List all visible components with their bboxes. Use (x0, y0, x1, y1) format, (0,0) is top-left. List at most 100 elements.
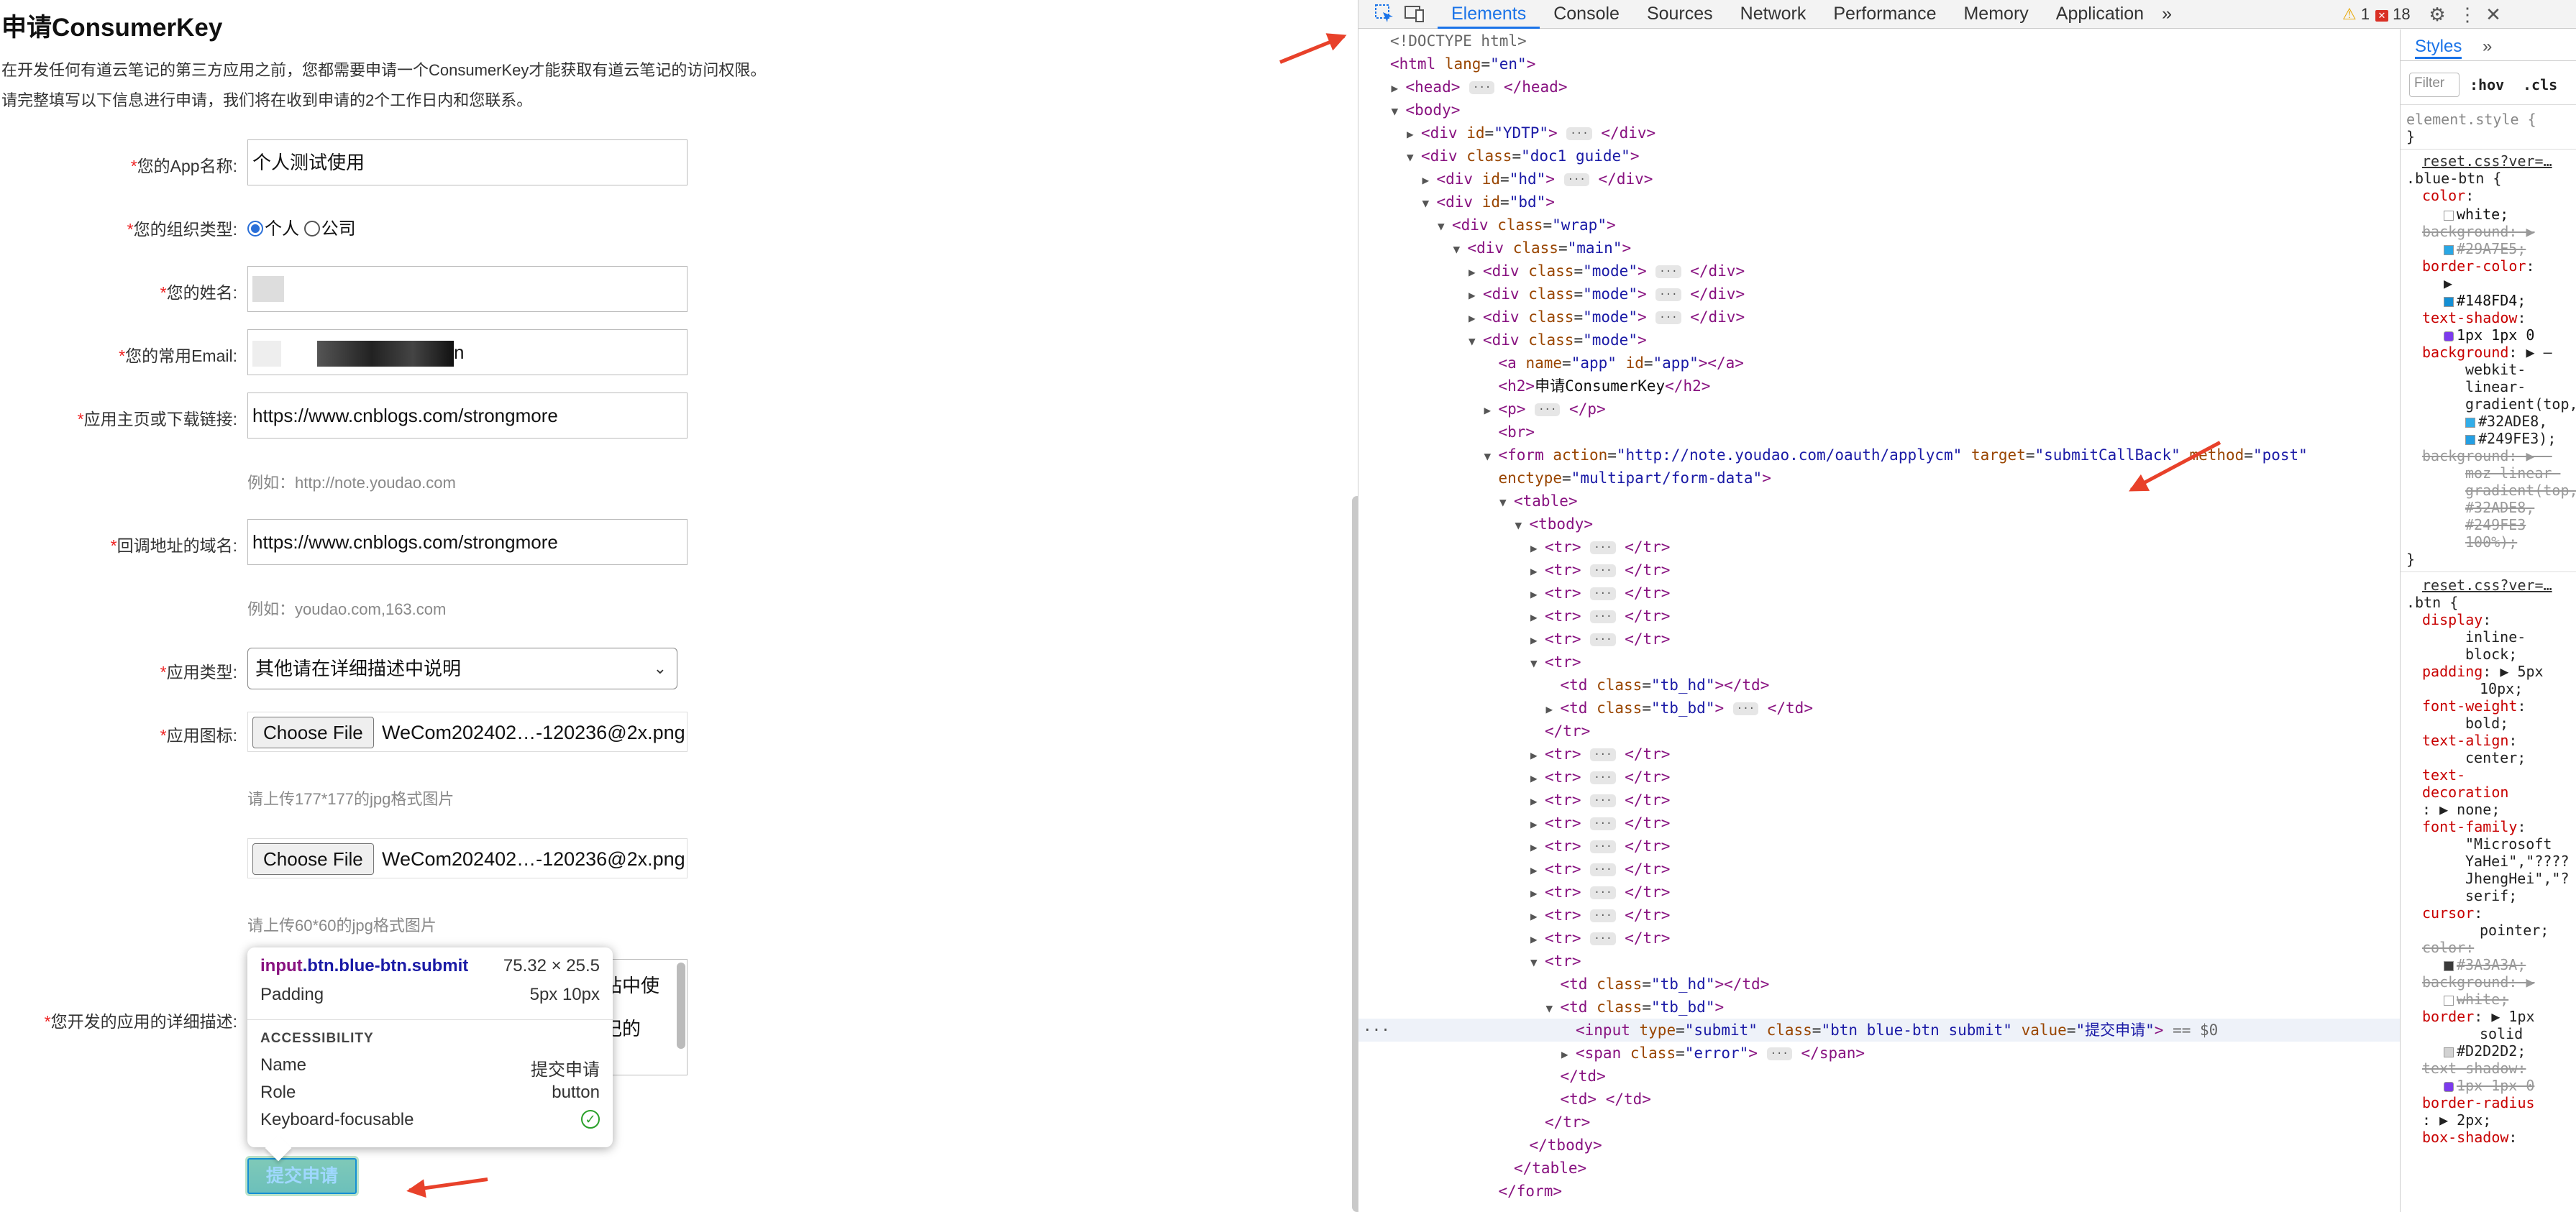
hov-toggle[interactable]: :hov (2470, 75, 2504, 94)
dom-node[interactable]: ▶ <head> ··· </head> (1392, 75, 1568, 98)
dom-node[interactable]: ▶ <tr> ··· </tr> (1530, 789, 1670, 812)
errors-badge[interactable]: ✕ 18 (2375, 0, 2411, 29)
tab-application[interactable]: Application (2042, 0, 2157, 29)
dom-node[interactable]: ▶ <tr> ··· </tr> (1530, 835, 1670, 858)
tab-styles[interactable]: Styles (2415, 37, 2462, 59)
dom-node[interactable]: ▼ <tr> (1530, 651, 1581, 674)
gear-icon[interactable]: ⚙ (2426, 3, 2449, 26)
email-input[interactable]: n (247, 329, 688, 375)
source-link-1[interactable]: reset.css?ver=… (2422, 152, 2552, 170)
dom-node[interactable]: ▼ <tr> (1530, 950, 1581, 973)
dom-node[interactable]: ▶ <tr> ··· </tr> (1530, 743, 1670, 766)
styles-more-icon[interactable]: » (2483, 37, 2492, 57)
tab-performance[interactable]: Performance (1819, 0, 1950, 29)
dom-node[interactable]: ▶ <tr> ··· </tr> (1530, 559, 1670, 582)
dom-node[interactable]: ▶ <div class="mode"> ··· </div> (1469, 283, 1745, 306)
dom-node[interactable]: enctype="multipart/form-data"> (1484, 467, 1771, 490)
dom-node[interactable]: ▼ <div id="bd"> (1422, 190, 1555, 214)
dom-node[interactable]: ▼ <table> (1499, 490, 1578, 513)
dom-node[interactable]: ▶ <td class="tb_bd"> ··· </td> (1546, 697, 1813, 720)
dom-node[interactable]: ▶ <p> ··· </p> (1484, 398, 1606, 421)
dom-node[interactable]: ▶ <div class="mode"> ··· </div> (1469, 306, 1745, 329)
tooltip-padding-label: Padding (260, 985, 324, 1004)
tab-network[interactable]: Network (1727, 0, 1820, 29)
more-tabs-icon[interactable]: » (2157, 0, 2176, 29)
dom-node[interactable]: ▶ <tr> ··· </tr> (1530, 927, 1670, 950)
dom-node[interactable]: <a name="app" id="app"></a> (1484, 352, 1744, 375)
icon-file-input-2[interactable]: Choose File WeCom202402…-120236@2x.png (247, 838, 688, 878)
dom-node[interactable]: ▶ <tr> ··· </tr> (1530, 812, 1670, 835)
tab-memory[interactable]: Memory (1950, 0, 2042, 29)
callback-hint: 例如：youdao.com,163.com (247, 600, 447, 618)
dom-node[interactable]: ▶ <div id="hd"> ··· </div> (1422, 167, 1653, 190)
dom-node[interactable]: </tr> (1530, 1111, 1590, 1134)
error-icon: ✕ (2375, 10, 2388, 22)
dom-node[interactable]: ▶ <tr> ··· </tr> (1530, 766, 1670, 789)
dom-node[interactable]: ▶ <div id="YDTP"> ··· </div> (1407, 121, 1655, 144)
annotation-arrow-inspector (1279, 35, 1345, 64)
warnings-badge[interactable]: ⚠ 1 (2342, 0, 2370, 29)
dom-node[interactable]: ▼ <div class="mode"> (1469, 329, 1647, 352)
textarea-scrollbar[interactable] (677, 963, 685, 1049)
tab-console[interactable]: Console (1540, 0, 1633, 29)
dom-node[interactable]: <!DOCTYPE html> (1376, 29, 1527, 52)
dom-node[interactable]: ▶ <tr> ··· </tr> (1530, 605, 1670, 628)
app-name-input[interactable]: 个人测试使用 (247, 139, 688, 185)
dom-node[interactable]: <html lang="en"> (1376, 52, 1535, 75)
dom-node[interactable]: </tbody> (1515, 1134, 1602, 1157)
cls-toggle[interactable]: .cls (2523, 75, 2557, 94)
dom-node[interactable]: </form> (1484, 1180, 1563, 1203)
org-personal-radio[interactable] (247, 221, 263, 237)
org-company-label: 公司 (321, 219, 356, 239)
dom-node[interactable]: </td> (1546, 1065, 1606, 1088)
dom-node[interactable]: <td class="tb_hd"></td> (1546, 973, 1770, 996)
dom-node[interactable]: <td class="tb_hd"></td> (1546, 674, 1770, 697)
inspect-element-icon[interactable] (1373, 3, 1396, 26)
dom-node[interactable]: ▶ <tr> ··· </tr> (1530, 881, 1670, 904)
dom-node[interactable]: ▼ <tbody> (1515, 513, 1594, 536)
tooltip-selector-row: input.btn.blue-btn.submit 75.32 × 25.5 (260, 956, 600, 976)
icon-file-input-1[interactable]: Choose File WeCom202402…-120236@2x.png (247, 712, 688, 752)
dom-node-selected[interactable]: ··· <input type="submit" class="btn blue-… (1358, 1019, 2400, 1042)
submit-button[interactable]: 提交申请 (247, 1158, 357, 1194)
dom-node[interactable]: ▼ <div class="wrap"> (1438, 214, 1616, 237)
icon-hint-1: 请上传177*177的jpg格式图片 (247, 790, 455, 808)
dom-node[interactable]: <h2>申请ConsumerKey</h2> (1484, 375, 1711, 398)
dom-node[interactable]: ▼ <div class="doc1 guide"> (1407, 144, 1639, 167)
dom-node[interactable]: <br> (1484, 421, 1535, 444)
choose-file-button-1[interactable]: Choose File (252, 717, 374, 748)
more-options-icon[interactable]: ⋮ (2456, 3, 2479, 26)
dom-node[interactable]: <td> </td> (1546, 1088, 1651, 1111)
apptype-label: *应用类型: (160, 663, 237, 681)
dom-node[interactable]: ▶ <tr> ··· </tr> (1530, 536, 1670, 559)
redacted-email-a (252, 341, 281, 367)
apptype-select[interactable]: 其他请在详细描述中说明 ⌄ (247, 648, 677, 689)
close-icon[interactable]: ✕ (2482, 3, 2505, 26)
dom-node[interactable]: ▶ <tr> ··· </tr> (1530, 628, 1670, 651)
dom-node[interactable]: ▶ <tr> ··· </tr> (1530, 582, 1670, 605)
dom-node[interactable]: ▼ <body> (1392, 98, 1461, 121)
device-toolbar-icon[interactable] (1403, 3, 1426, 26)
tooltip-role-label: Role (260, 1083, 296, 1102)
org-company-radio[interactable] (303, 221, 320, 237)
dom-node[interactable]: ▶ <div class="mode"> ··· </div> (1469, 260, 1745, 283)
tab-sources[interactable]: Sources (1633, 0, 1727, 29)
dom-node[interactable]: ▼ <div class="main"> (1453, 237, 1632, 260)
errors-count: 18 (2393, 5, 2411, 23)
callback-input[interactable]: https://www.cnblogs.com/strongmore (247, 519, 688, 565)
dom-node[interactable]: ▶ <tr> ··· </tr> (1530, 904, 1670, 927)
tab-elements[interactable]: Elements (1438, 0, 1540, 29)
org-type-radio-group: 个人 公司 (247, 214, 356, 239)
dom-node[interactable]: ▶ <tr> ··· </tr> (1530, 858, 1670, 881)
dom-node[interactable]: ▼ <td class="tb_bd"> (1546, 996, 1725, 1019)
styles-filter-input[interactable]: Filter (2409, 73, 2459, 97)
homepage-input[interactable]: https://www.cnblogs.com/strongmore (247, 392, 688, 439)
dom-node[interactable]: </table> (1499, 1157, 1586, 1180)
name-input[interactable] (247, 266, 688, 312)
styles-pane: Styles » Filter :hov .cls element.style … (2400, 29, 2576, 1212)
page-scrollbar[interactable] (1352, 496, 1358, 1212)
dom-node[interactable]: </tr> (1530, 720, 1590, 743)
dom-node[interactable]: ▶ <span class="error"> ··· </span> (1561, 1042, 1865, 1065)
source-link-2[interactable]: reset.css?ver=… (2422, 576, 2552, 594)
choose-file-button-2[interactable]: Choose File (252, 843, 374, 875)
